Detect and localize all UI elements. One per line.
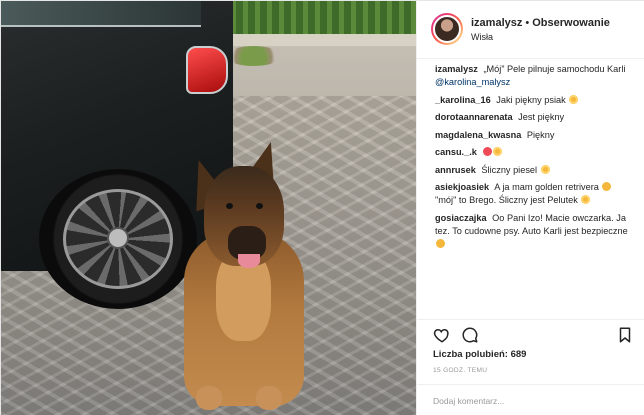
comment-username[interactable]: gosiaczajka xyxy=(435,213,487,223)
car-window xyxy=(1,1,201,27)
header-username[interactable]: izamalysz xyxy=(471,17,522,29)
heart-eyes-emoji-icon xyxy=(493,147,503,156)
comment-item: gosiaczajka Oo Pani Izo! Macie owczarka.… xyxy=(435,212,634,251)
comment-username[interactable]: _karolina_16 xyxy=(435,95,491,105)
kiss-emoji-icon xyxy=(436,238,445,248)
comments-list: izamalysz „Mój” Pele pilnuje samochodu K… xyxy=(417,63,644,319)
plant-bed xyxy=(226,46,281,66)
post-header: izamalysz • Obserwowanie Wisła xyxy=(417,1,644,59)
comment-text-continued: "mój" to Brego. Śliczny jest Pelutek xyxy=(435,195,578,205)
heart-eyes-emoji-icon xyxy=(581,195,591,204)
dog-paw-left xyxy=(196,386,222,410)
german-shepherd-dog xyxy=(176,137,316,415)
caption-text: „Mój” Pele pilnuje samochodu Karli xyxy=(483,64,626,74)
likes-count[interactable]: Liczba polubień: 689 xyxy=(433,349,526,360)
comment-username[interactable]: annrusek xyxy=(435,165,476,175)
action-bar xyxy=(417,319,644,349)
comment-text: Śliczny piesel xyxy=(481,164,538,175)
comment-icon[interactable] xyxy=(461,326,479,344)
instagram-post: izamalysz • Obserwowanie Wisła izamalysz „… xyxy=(0,0,644,415)
heart-eyes-emoji-icon xyxy=(569,94,579,104)
follow-button[interactable]: Obserwowanie xyxy=(532,17,610,29)
comment-username[interactable]: dorotaannarenata xyxy=(435,112,513,122)
heart-emoji-icon xyxy=(483,147,493,156)
comment-item: cansu._.k xyxy=(435,146,634,159)
dog-eye-right xyxy=(256,203,263,209)
heart-eyes-emoji-icon xyxy=(540,164,550,174)
wheel-hub xyxy=(107,227,129,249)
comment-text: Jest piękny xyxy=(518,112,565,122)
comment-text: Jaki piękny psiak xyxy=(496,94,566,105)
avatar-image xyxy=(433,15,461,43)
comment-input[interactable] xyxy=(433,394,623,408)
post-timestamp[interactable]: 15 GODZ. TEMU xyxy=(433,367,487,374)
dog-eye-left xyxy=(226,203,233,209)
smile-emoji-icon xyxy=(602,182,612,191)
dog-paw-right xyxy=(256,386,282,410)
comment-text: Piękny xyxy=(526,129,555,140)
location-link[interactable]: Wisła xyxy=(471,32,493,42)
comment-item: annrusek Śliczny piesel xyxy=(435,164,634,177)
comment-username[interactable]: asiekjoasiek xyxy=(435,182,489,192)
comment-text: A ja mam golden retrivera xyxy=(494,182,599,192)
dog-tongue xyxy=(238,254,260,268)
avatar[interactable] xyxy=(431,13,463,45)
caption-username[interactable]: izamalysz xyxy=(435,64,478,74)
caption: izamalysz „Mój” Pele pilnuje samochodu K… xyxy=(435,63,634,89)
header-separator: • xyxy=(525,17,530,29)
comment-item: magdalena_kwasna Piękny xyxy=(435,129,634,142)
comment-username[interactable]: magdalena_kwasna xyxy=(435,130,521,140)
bookmark-icon[interactable] xyxy=(616,326,634,344)
caption-mention[interactable]: @karolina_malysz xyxy=(435,77,510,87)
car-taillight xyxy=(186,46,228,94)
post-sidebar: izamalysz • Obserwowanie Wisła izamalysz „… xyxy=(416,1,644,415)
comment-item: asiekjoasiek A ja mam golden retrivera "… xyxy=(435,181,634,207)
post-photo[interactable] xyxy=(1,1,416,415)
heart-icon[interactable] xyxy=(433,326,451,344)
comment-item: dorotaannarenata Jest piękny xyxy=(435,111,634,124)
comment-item: _karolina_16 Jaki piękny psiak xyxy=(435,94,634,107)
comment-username[interactable]: cansu._.k xyxy=(435,147,477,157)
header-line: izamalysz • Obserwowanie xyxy=(471,17,610,29)
add-comment-bar xyxy=(417,384,644,415)
